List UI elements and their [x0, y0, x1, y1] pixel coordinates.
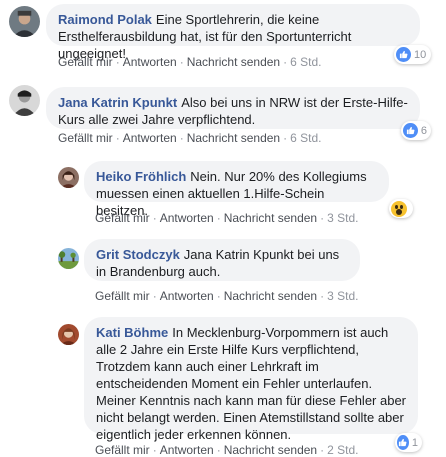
avatar[interactable] — [9, 6, 40, 37]
comment-author[interactable]: Heiko Fröhlich — [96, 169, 186, 184]
comment-bubble: Jana Katrin Kpunkt Also bei uns in NRW is… — [46, 87, 420, 129]
comment-author[interactable]: Jana Katrin Kpunkt — [58, 95, 177, 110]
send-message-link[interactable]: Nachricht senden — [187, 55, 280, 69]
comment-actions: Gefällt mir · Antworten · Nachricht senden · 3… — [95, 289, 358, 303]
send-message-link[interactable]: Nachricht senden — [224, 211, 317, 225]
comment-author[interactable]: Kati Böhme — [96, 325, 168, 340]
like-link[interactable]: Gefällt mir — [95, 443, 150, 457]
reaction-count: 10 — [414, 48, 427, 61]
like-link[interactable]: Gefällt mir — [58, 131, 113, 145]
comment-actions: Gefällt mir · Antworten · Nachricht senden · 6… — [58, 55, 321, 69]
like-link[interactable]: Gefällt mir — [95, 289, 150, 303]
timestamp[interactable]: 6 Std. — [290, 55, 321, 69]
timestamp[interactable]: 2 Std. — [327, 443, 358, 457]
reaction-summary[interactable]: 1 — [395, 433, 422, 452]
separator: · — [152, 443, 157, 457]
comment-bubble: Raimond Polak Eine Sportlehrerin, die kei… — [46, 4, 420, 61]
reaction-count: 6 — [420, 124, 427, 137]
separator: · — [216, 443, 221, 457]
send-message-link[interactable]: Nachricht senden — [187, 131, 280, 145]
like-icon — [397, 435, 409, 450]
timestamp[interactable]: 6 Std. — [290, 131, 321, 145]
like-icon — [396, 47, 411, 62]
comment-author[interactable]: Grit Stodczyk — [96, 247, 180, 262]
separator: · — [283, 55, 288, 69]
comment-bubble: Heiko Fröhlich Nein. Nur 20% des Kollegiu… — [84, 161, 389, 218]
avatar[interactable] — [58, 324, 79, 345]
separator: · — [152, 289, 157, 303]
avatar[interactable] — [9, 85, 40, 116]
reaction-count: 1 — [411, 436, 418, 449]
separator: · — [320, 289, 325, 303]
separator: · — [115, 55, 120, 69]
reply-link[interactable]: Antworten — [123, 131, 177, 145]
comment-bubble: Kati Böhme In Mecklenburg-Vorpommern ist … — [84, 317, 418, 442]
separator: · — [283, 131, 288, 145]
reaction-summary[interactable]: 10 — [394, 45, 431, 64]
reply-link[interactable]: Antworten — [160, 289, 214, 303]
separator: · — [152, 211, 157, 225]
send-message-link[interactable]: Nachricht senden — [224, 443, 317, 457]
like-link[interactable]: Gefällt mir — [95, 211, 150, 225]
wow-icon — [391, 200, 407, 217]
separator: · — [216, 211, 221, 225]
send-message-link[interactable]: Nachricht senden — [224, 289, 317, 303]
separator: · — [320, 443, 325, 457]
timestamp[interactable]: 3 Std. — [327, 289, 358, 303]
comment-actions: Gefällt mir · Antworten · Nachricht senden · 3… — [95, 211, 358, 225]
comment-actions: Gefällt mir · Antworten · Nachricht senden · 6… — [58, 131, 321, 145]
avatar[interactable] — [58, 248, 79, 269]
comment-actions: Gefällt mir · Antworten · Nachricht senden · 2… — [95, 443, 358, 457]
separator: · — [216, 289, 221, 303]
avatar[interactable] — [58, 167, 79, 188]
separator: · — [179, 131, 184, 145]
reaction-summary[interactable]: 6 — [401, 121, 431, 140]
reply-link[interactable]: Antworten — [160, 443, 214, 457]
separator: · — [179, 55, 184, 69]
reply-link[interactable]: Antworten — [123, 55, 177, 69]
comment-text: In Mecklenburg-Vorpommern ist auch alle … — [96, 325, 407, 442]
separator: · — [115, 131, 120, 145]
reaction-summary[interactable] — [389, 199, 413, 218]
reply-link[interactable]: Antworten — [160, 211, 214, 225]
timestamp[interactable]: 3 Std. — [327, 211, 358, 225]
like-link[interactable]: Gefällt mir — [58, 55, 113, 69]
comment-bubble: Grit Stodczyk Jana Katrin Kpunkt bei uns … — [84, 239, 360, 281]
like-icon — [403, 123, 418, 138]
comment-author[interactable]: Raimond Polak — [58, 12, 152, 27]
separator: · — [320, 211, 325, 225]
